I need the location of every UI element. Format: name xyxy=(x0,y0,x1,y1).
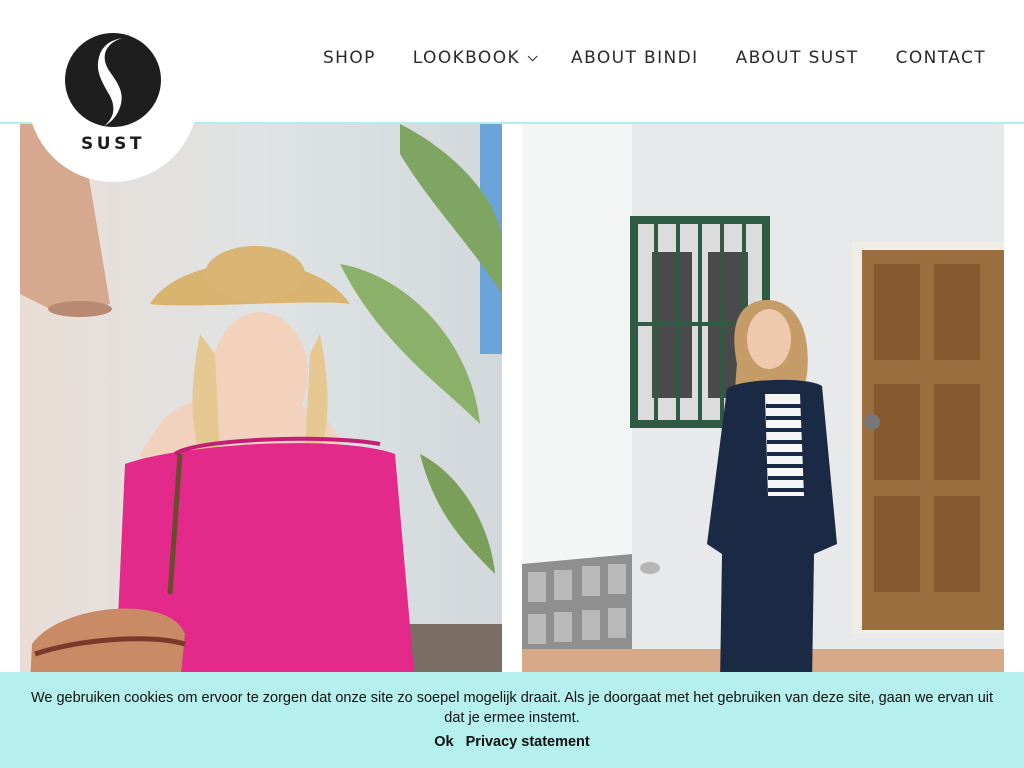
nav-item-label: CONTACT xyxy=(895,48,986,68)
nav-item-label: ABOUT BINDI xyxy=(571,48,699,68)
nav-item-label: SHOP xyxy=(322,48,376,68)
photo-image xyxy=(20,124,502,684)
chevron-down-icon xyxy=(527,50,538,61)
nav-item-label: LOOKBOOK xyxy=(412,48,521,68)
nav-item-lookbook[interactable]: LOOKBOOK xyxy=(412,48,538,68)
privacy-statement-link[interactable]: Privacy statement xyxy=(466,734,590,750)
cookie-actions: Ok Privacy statement xyxy=(0,734,1024,750)
photo-image xyxy=(522,124,1004,684)
nav-item-about-bindi[interactable]: ABOUT BINDI xyxy=(571,48,699,68)
cookie-ok-button[interactable]: Ok xyxy=(434,734,453,750)
cookie-message: We gebruiken cookies om ervoor te zorgen… xyxy=(30,690,994,726)
logo-text: SUST xyxy=(81,134,145,154)
sust-logo-mark-icon xyxy=(65,33,161,127)
nav-item-contact[interactable]: CONTACT xyxy=(896,48,986,68)
nav-item-about-sust[interactable]: ABOUT SUST xyxy=(736,48,859,68)
nav-item-shop[interactable]: SHOP xyxy=(323,48,376,68)
cookie-consent-bar: We gebruiken cookies om ervoor te zorgen… xyxy=(0,672,1024,768)
main-nav: SHOP LOOKBOOK ABOUT BINDI ABOUT SUST CON… xyxy=(286,48,986,68)
lookbook-photo-pink-blouse[interactable] xyxy=(20,124,502,684)
nav-item-label: ABOUT SUST xyxy=(735,48,859,68)
logo[interactable]: SUST xyxy=(28,12,198,182)
lookbook-photo-navy-suit[interactable] xyxy=(522,124,1004,684)
